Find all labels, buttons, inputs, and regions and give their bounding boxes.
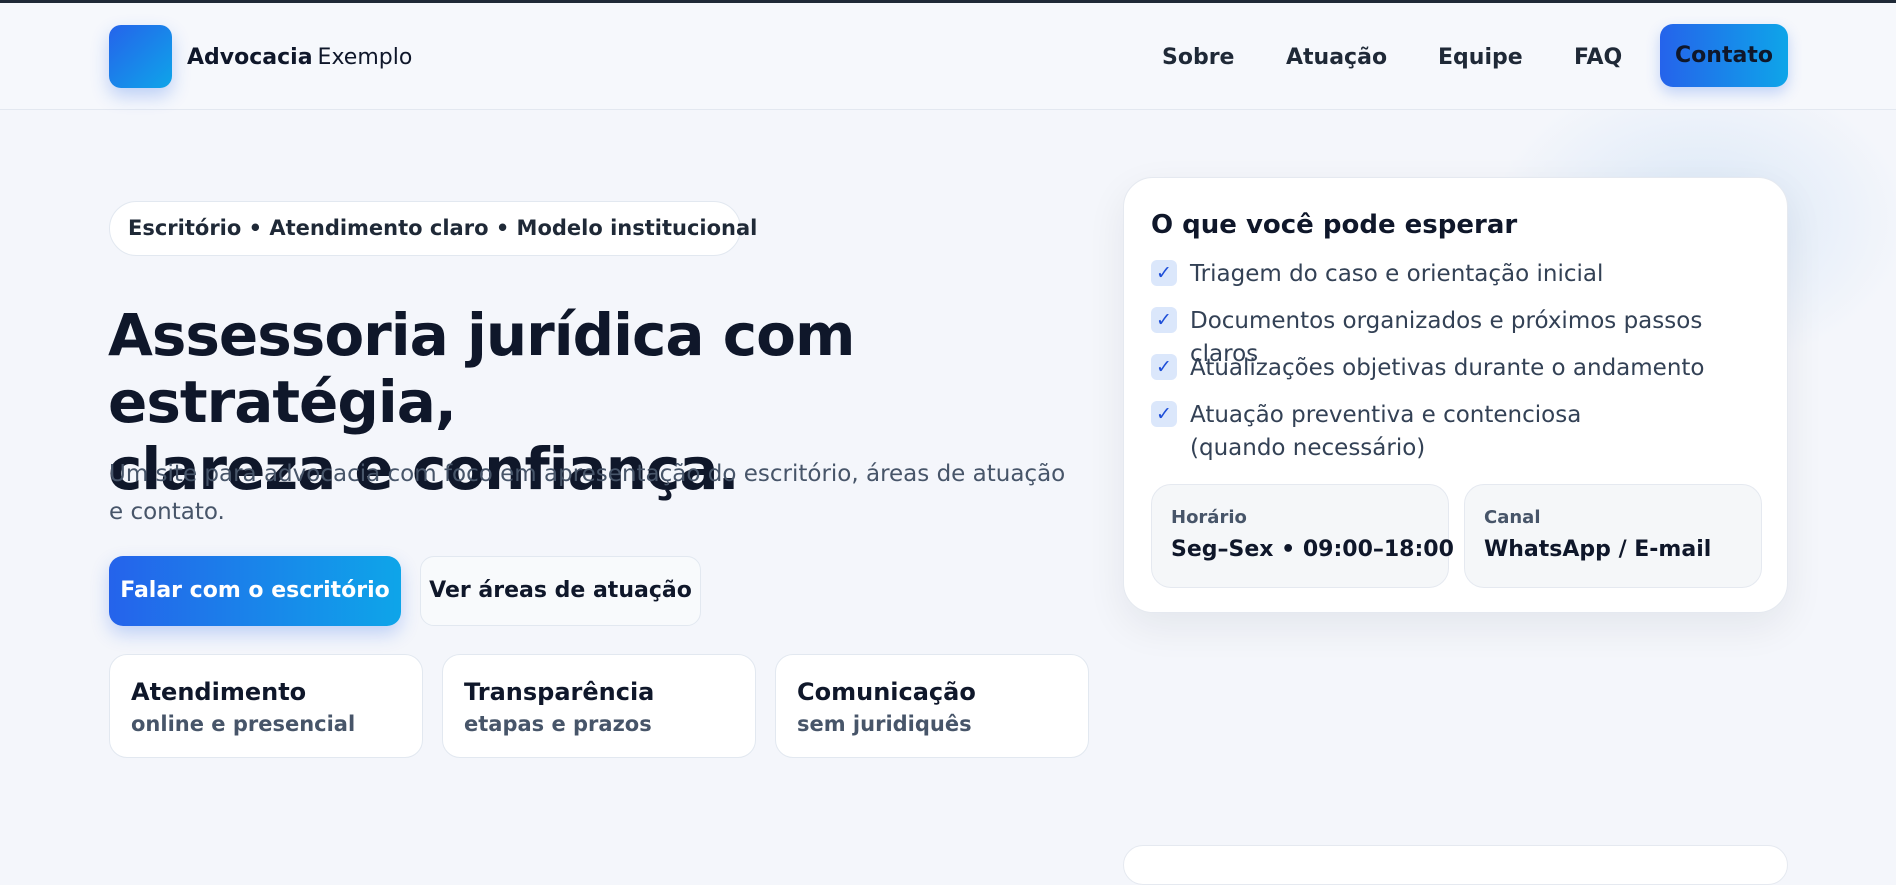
feature-card-comunicacao: Comunicação sem juridiquês xyxy=(775,654,1089,758)
nav-link-faq[interactable]: FAQ xyxy=(1574,43,1622,73)
hero-title-line-1: Assessoria jurídica com estratégia, xyxy=(108,301,855,436)
expectation-text: Atuação preventiva e contenciosa (quando… xyxy=(1190,402,1582,461)
channel-info-box: Canal WhatsApp / E-mail xyxy=(1464,484,1762,588)
brand-name-bold: Advocacia xyxy=(187,45,313,70)
nav-link-equipe[interactable]: Equipe xyxy=(1438,43,1523,73)
nav-link-sobre[interactable]: Sobre xyxy=(1162,43,1234,73)
hero-tagline-pill: Escritório • Atendimento claro • Modelo … xyxy=(109,201,757,256)
contact-button[interactable]: Contato xyxy=(1660,24,1788,87)
talk-to-office-button[interactable]: Falar com o escritório xyxy=(109,556,401,626)
channel-value: WhatsApp / E-mail xyxy=(1484,537,1712,562)
feature-subtitle: online e presencial xyxy=(131,712,356,736)
feature-subtitle: sem juridiquês xyxy=(797,712,972,736)
hero-lead: Um site para advocacia com foco em apres… xyxy=(109,461,1066,525)
checkmark-icon: ✓ xyxy=(1151,354,1177,380)
feature-subtitle: etapas e prazos xyxy=(464,712,652,736)
schedule-label: Horário xyxy=(1171,507,1247,528)
feature-card-transparencia: Transparência etapas e prazos xyxy=(442,654,756,758)
channel-label: Canal xyxy=(1484,507,1541,528)
feature-title: Transparência xyxy=(464,678,655,706)
view-practice-areas-button[interactable]: Ver áreas de atuação xyxy=(420,556,701,626)
schedule-info-box: Horário Seg–Sex • 09:00–18:00 xyxy=(1151,484,1454,588)
feature-card-atendimento: Atendimento online e presencial xyxy=(109,654,423,758)
checkmark-icon: ✓ xyxy=(1151,260,1177,286)
expectation-text: Atualizações objetivas durante o andamen… xyxy=(1190,355,1705,381)
site-header: Advocacia Exemplo Sobre Atuação Equipe FA… xyxy=(0,3,1896,110)
expectation-text: Triagem do caso e orientação inicial xyxy=(1190,261,1604,287)
brand-name[interactable]: Advocacia Exemplo xyxy=(187,44,412,72)
expectations-card: O que você pode esperar ✓ Triagem do cas… xyxy=(1123,177,1788,613)
feature-title: Atendimento xyxy=(131,678,307,706)
checkmark-icon: ✓ xyxy=(1151,401,1177,427)
schedule-value: Seg–Sex • 09:00–18:00 xyxy=(1171,537,1454,562)
nav-link-atuacao[interactable]: Atuação xyxy=(1286,43,1387,73)
expectations-title: O que você pode esperar xyxy=(1151,210,1518,240)
brand-name-light: Exemplo xyxy=(317,45,413,70)
next-section-card xyxy=(1123,845,1788,885)
logo-icon[interactable] xyxy=(109,25,172,88)
feature-title: Comunicação xyxy=(797,678,976,706)
checkmark-icon: ✓ xyxy=(1151,307,1177,333)
